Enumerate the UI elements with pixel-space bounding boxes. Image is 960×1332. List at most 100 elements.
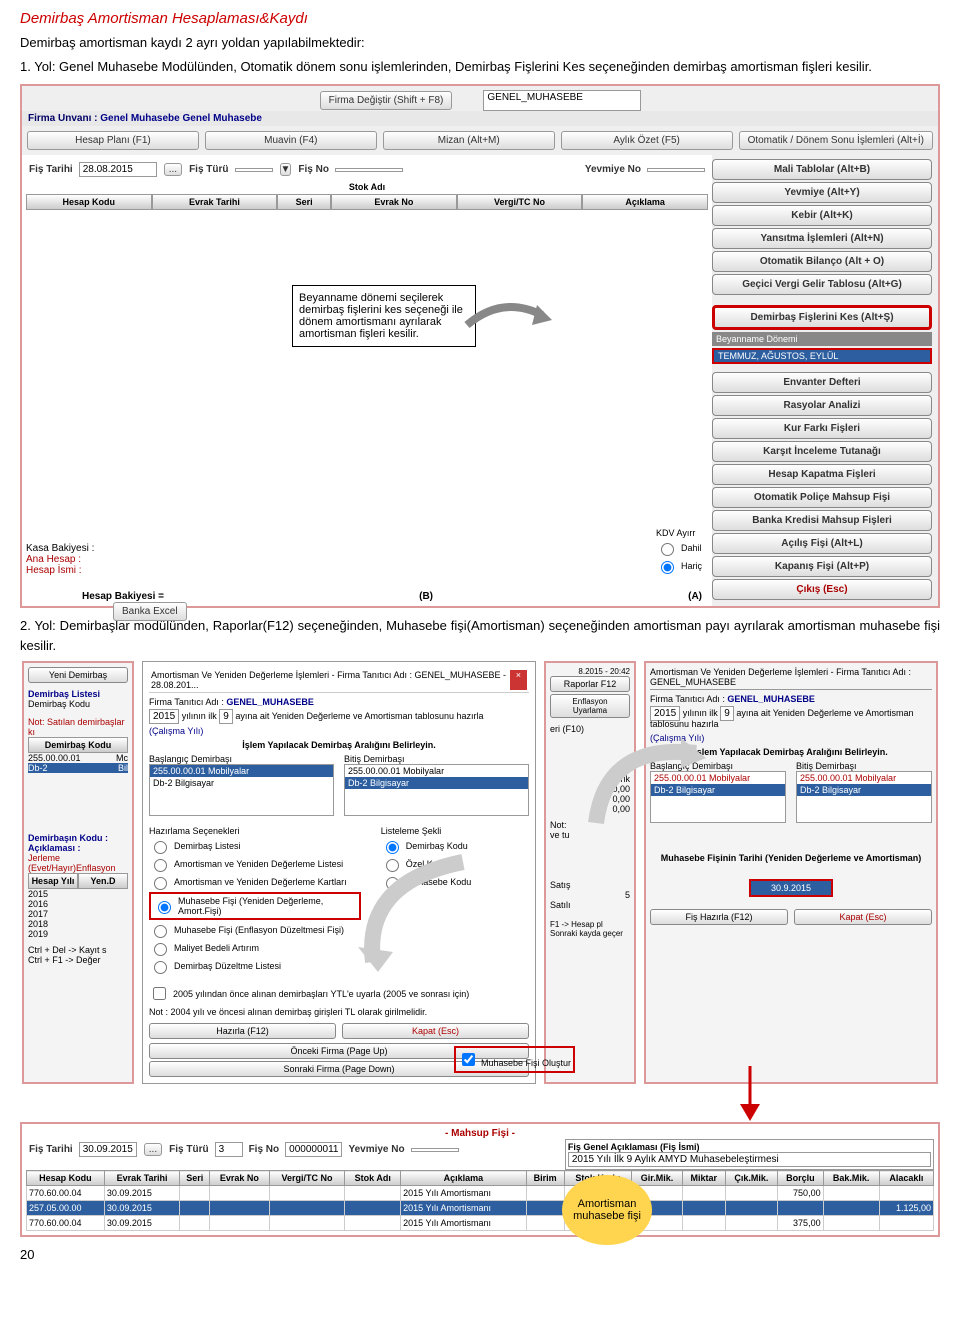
page-title: Demirbaş Amortisman Hesaplaması&Kaydı xyxy=(20,10,940,27)
kasa-bakiyesi-label: Kasa Bakiyesi : xyxy=(26,543,94,554)
fis-no-input[interactable] xyxy=(335,168,403,172)
hesap-bakiyesi-label: Hesap Bakiyesi = xyxy=(82,591,164,602)
mizan-button[interactable]: Mizan (Alt+M) xyxy=(383,131,555,150)
b-label: (B) xyxy=(419,591,433,602)
demirbas-kodu-label: Demirbaş Kodu xyxy=(28,699,128,709)
m-fis-no[interactable]: 000000011 xyxy=(285,1142,342,1157)
m-fis-tarihi[interactable]: 30.09.2015 xyxy=(79,1142,137,1157)
table-row: 770.60.00.0430.09.20152015 Yılı Amortism… xyxy=(27,1216,934,1231)
mahsup-title: - Mahsup Fişi - xyxy=(26,1128,934,1139)
yeni-demirbas-button[interactable]: Yeni Demirbaş xyxy=(28,667,128,683)
not-satilan-label: Not: Satılan demirbaşlar kı xyxy=(28,717,128,737)
a-label: (A) xyxy=(688,591,702,602)
baslangic-list[interactable]: 255.00.00.01 Mobilyalar Db-2 Bilgisayar xyxy=(149,764,334,816)
page-number: 20 xyxy=(20,1247,940,1262)
menu-banka-kredisi[interactable]: Banka Kredisi Mahsup Fişleri xyxy=(712,510,932,531)
right-menu: Mali Tablolar (Alt+B) Yevmiye (Alt+Y) Ke… xyxy=(712,155,938,606)
yol1-text: 1. Yol: Genel Muhasebe Modülünden, Otoma… xyxy=(20,57,940,77)
fis-turu-label: Fiş Türü xyxy=(189,164,228,175)
list-opt-0[interactable] xyxy=(386,841,399,854)
dialog-title: Amortisman Ve Yeniden Değerleme İşlemler… xyxy=(151,670,510,690)
aciklamasi-label: Açıklaması : xyxy=(28,843,128,853)
muavin-button[interactable]: Muavin (F4) xyxy=(205,131,377,150)
fis-tarihi-input[interactable]: 28.08.2015 xyxy=(79,162,157,177)
menu-demirbas-fislerini-kes[interactable]: Demirbaş Fişlerini Kes (Alt+Ş) xyxy=(712,305,932,330)
menu-rasyolar[interactable]: Rasyolar Analizi xyxy=(712,395,932,416)
table-header: Hesap KoduEvrak TarihiSeriEvrak NoVergi/… xyxy=(26,194,708,210)
firma-name-field: GENEL_MUHASEBE xyxy=(483,90,641,111)
menu-envanter[interactable]: Envanter Defteri xyxy=(712,372,932,393)
hesap-ismi-label: Hesap İsmi : xyxy=(26,565,94,576)
menu-kapanis[interactable]: Kapanış Fişi (Alt+P) xyxy=(712,556,932,577)
menu-karsit[interactable]: Karşıt İnceleme Tutanağı xyxy=(712,441,932,462)
opt-amort-kart[interactable] xyxy=(154,877,167,890)
kdv-label: KDV Ayırr xyxy=(656,528,702,538)
list-opt-2[interactable] xyxy=(386,877,399,890)
close-icon[interactable]: × xyxy=(510,670,527,690)
beyname-donemi-select[interactable]: TEMMUZ, AĞUSTOS, EYLÜL xyxy=(712,348,932,364)
banka-excel-button[interactable]: Banka Excel xyxy=(113,602,187,621)
opt-enflasyon[interactable] xyxy=(154,925,167,938)
mahsup-table: Hesap KoduEvrak TarihiSeriEvrak NoVergi/… xyxy=(26,1170,934,1231)
date-picker-button[interactable]: ... xyxy=(164,163,182,176)
bitis-list[interactable]: 255.00.00.01 Mobilyalar Db-2 Bilgisayar xyxy=(344,764,529,816)
menu-mali-tablolar[interactable]: Mali Tablolar (Alt+B) xyxy=(712,159,932,180)
m-fis-turu[interactable]: 3 xyxy=(215,1142,243,1157)
menu-gecici-vergi[interactable]: Geçici Vergi Gelir Tablosu (Alt+G) xyxy=(712,274,932,295)
kapat2-button[interactable]: Kapat (Esc) xyxy=(794,909,932,925)
menu-kebir[interactable]: Kebir (Alt+K) xyxy=(712,205,932,226)
muhasebe-tarih-label: Muhasebe Fişinin Tarihi (Yeniden Değerle… xyxy=(650,853,932,863)
yevmiye-input[interactable] xyxy=(647,168,705,172)
m-fis-aciklama[interactable]: 2015 Yılı İlk 9 Aylık AMYD Muhasebeleşti… xyxy=(568,1152,931,1167)
islem-text: İşlem Yapılacak Demirbaş Aralığını Belir… xyxy=(149,740,529,750)
opt-duzeltme[interactable] xyxy=(154,961,167,974)
menu-kur-farki[interactable]: Kur Farkı Fişleri xyxy=(712,418,932,439)
menu-yevmiye[interactable]: Yevmiye (Alt+Y) xyxy=(712,182,932,203)
firma-unvani-label: Firma Unvanı : xyxy=(28,113,97,124)
year-row: 2019 xyxy=(28,929,128,939)
list-opt-1[interactable] xyxy=(386,859,399,872)
opt-maliyet[interactable] xyxy=(154,943,167,956)
menu-acilis[interactable]: Açılış Fişi (Alt+L) xyxy=(712,533,932,554)
menu-police[interactable]: Otomatik Poliçe Mahsup Fişi xyxy=(712,487,932,508)
enflasyon-button[interactable]: Enflasyon Uyarlama xyxy=(550,694,630,718)
table-row: 770.60.00.0430.09.20152015 Yılı Amortism… xyxy=(27,1186,934,1201)
table-row: 257.05.00.0030.09.20152015 Yılı Amortism… xyxy=(27,1201,934,1216)
menu-hesap-kapatma[interactable]: Hesap Kapatma Fişleri xyxy=(712,464,932,485)
arrow-down-icon xyxy=(720,1066,780,1126)
menu-yansitma[interactable]: Yansıtma İşlemleri (Alt+N) xyxy=(712,228,932,249)
jerleme-label: Jerleme (Evet/Hayır)Enflasyon xyxy=(28,853,128,873)
fis-turu-input[interactable] xyxy=(235,168,273,172)
ay-input[interactable]: 9 xyxy=(219,709,233,724)
stok-adi-label: Stok Adı xyxy=(26,180,708,194)
opt-amort-liste[interactable] xyxy=(154,859,167,872)
bubble-note: Amortisman muhasebe fişi xyxy=(562,1175,652,1245)
dialog2-title: Amortisman Ve Yeniden Değerleme İşlemler… xyxy=(650,667,932,690)
hazirla-button[interactable]: Hazırla (F12) xyxy=(149,1023,336,1039)
otomatik-button[interactable]: Otomatik / Dönem Sonu İşlemleri (Alt+İ) xyxy=(739,131,933,150)
year-row: 2015 xyxy=(28,889,128,899)
demirbasin-kodu-label: Demirbaşın Kodu : xyxy=(28,833,128,843)
tarih-selected[interactable]: 30.9.2015 xyxy=(749,879,833,897)
ana-hesap-label: Ana Hesap : xyxy=(26,554,94,565)
hesap-plani-button[interactable]: Hesap Planı (F1) xyxy=(27,131,199,150)
demirbas-listesi-label: Demirbaş Listesi xyxy=(28,689,128,699)
fis-hazirla-button[interactable]: Fiş Hazırla (F12) xyxy=(650,909,788,925)
opt-muhasebe-fisi[interactable] xyxy=(158,901,171,914)
dahil-radio[interactable] xyxy=(661,543,674,556)
chk-muhasebe-fisi-olustur[interactable] xyxy=(462,1053,475,1066)
intro-text: Demirbaş amortisman kaydı 2 ayrı yoldan … xyxy=(20,33,940,53)
haric-radio[interactable] xyxy=(661,561,674,574)
menu-cikis[interactable]: Çıkış (Esc) xyxy=(712,579,932,600)
aylik-ozet-button[interactable]: Aylık Özet (F5) xyxy=(561,131,733,150)
raporlar-button[interactable]: Raporlar F12 xyxy=(550,676,630,692)
firma-degistir-button[interactable]: Firma Değiştir (Shift + F8) xyxy=(320,91,453,110)
opt-demirbas-listesi[interactable] xyxy=(154,841,167,854)
screenshot-1: Firma Değiştir (Shift + F8) GENEL_MUHASE… xyxy=(20,84,940,608)
beyname-donemi-label: Beyanname Dönemi xyxy=(712,332,932,346)
menu-otomatik-bilanco[interactable]: Otomatik Bilanço (Alt + O) xyxy=(712,251,932,272)
yil-input[interactable]: 2015 xyxy=(149,709,179,724)
chk-2005[interactable] xyxy=(153,987,166,1000)
kapat-button[interactable]: Kapat (Esc) xyxy=(342,1023,529,1039)
m-yevmiye[interactable] xyxy=(411,1148,459,1152)
